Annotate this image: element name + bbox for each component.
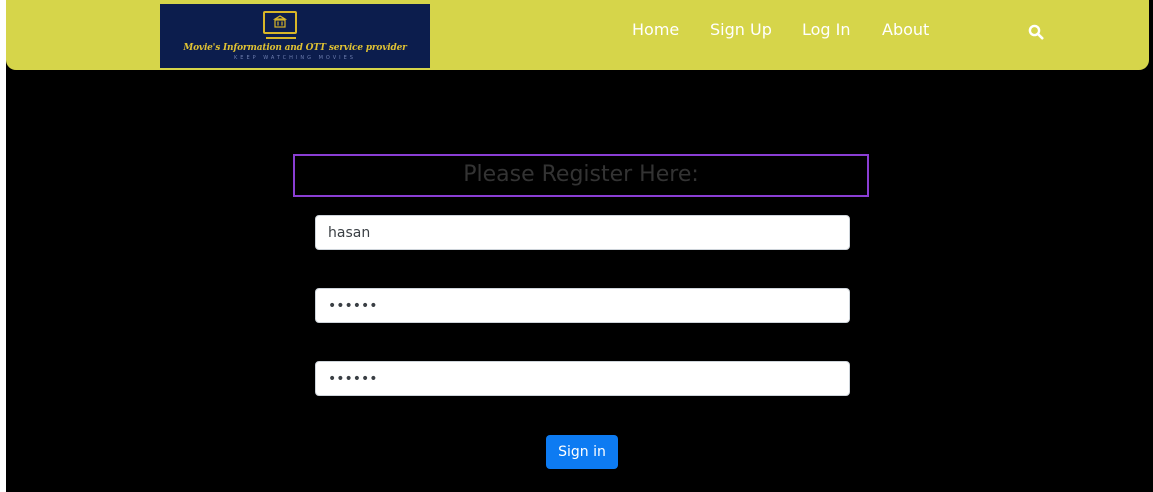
page-frame: Movie's Information and OTT service prov… [6,0,1153,492]
register-heading: Please Register Here: [463,162,699,187]
tv-stand [266,37,296,39]
navbar: Movie's Information and OTT service prov… [6,0,1149,70]
confirm-password-input[interactable] [315,361,850,396]
password-input[interactable] [315,288,850,323]
nav-home-link[interactable]: Home [632,20,679,39]
tv-icon [263,11,297,34]
site-logo[interactable]: Movie's Information and OTT service prov… [160,4,430,68]
username-input[interactable] [315,215,850,250]
nav-login-link[interactable]: Log In [802,20,851,39]
logo-title: Movie's Information and OTT service prov… [183,43,407,53]
search-icon[interactable] [1028,24,1044,40]
nav-signup-link[interactable]: Sign Up [710,20,772,39]
register-heading-box: Please Register Here: [293,154,869,197]
sign-in-button[interactable]: Sign in [546,435,618,469]
nav-about-link[interactable]: About [882,20,929,39]
logo-tagline: KEEP WATCHING MOVIES [234,55,356,61]
